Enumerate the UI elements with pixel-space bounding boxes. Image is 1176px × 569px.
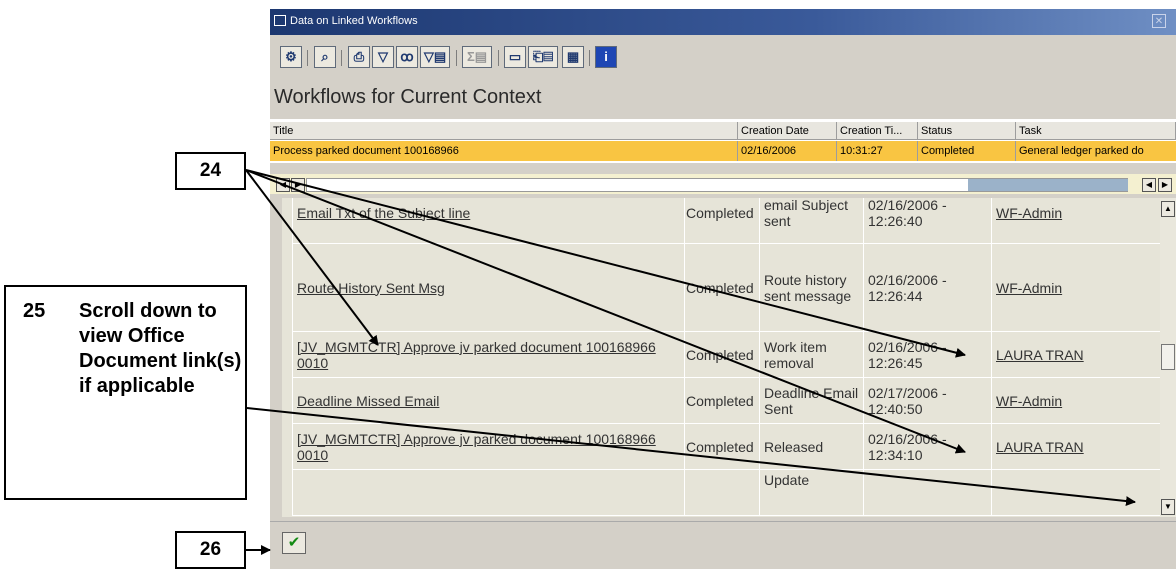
- callout-25: 25 Scroll down to view Office Document l…: [4, 285, 247, 500]
- callout-25-text: Scroll down to view Office Document link…: [79, 300, 242, 397]
- callout-25-number: 25: [23, 300, 46, 322]
- arrow-24-to-second-agent: [245, 169, 966, 454]
- arrow-24-to-agent: [245, 169, 966, 358]
- arrow-25-to-scroll-down: [246, 407, 1136, 507]
- callout-26: 26: [175, 531, 246, 569]
- callout-24: 24: [175, 152, 246, 190]
